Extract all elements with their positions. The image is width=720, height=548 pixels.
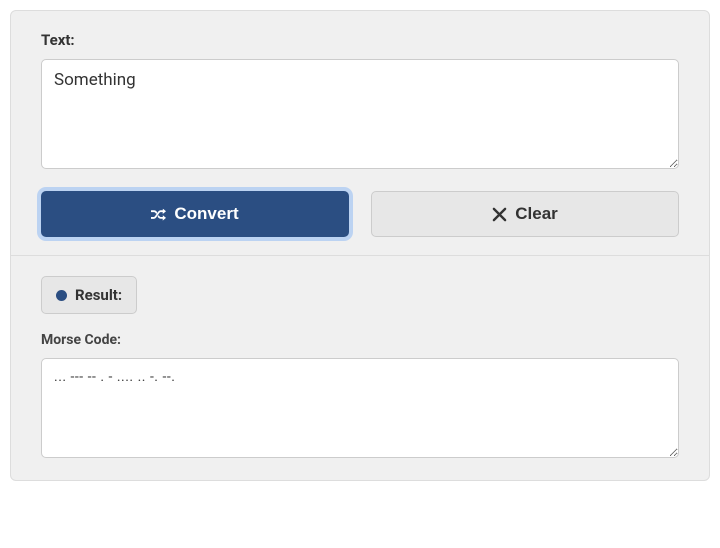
text-input[interactable] [41,59,679,169]
text-input-label: Text: [41,31,679,49]
action-button-row: Convert Clear [41,191,679,237]
record-icon [56,290,67,301]
clear-button[interactable]: Clear [371,191,679,237]
convert-button[interactable]: Convert [41,191,349,237]
result-section: Result: Morse Code: [11,256,709,480]
result-badge-label: Result: [75,286,122,304]
input-section: Text: Convert Clear [11,11,709,256]
close-icon [492,207,507,222]
output-label: Morse Code: [41,332,679,348]
result-badge: Result: [41,276,137,314]
converter-panel: Text: Convert Clear Result: Morse Code: [10,10,710,481]
shuffle-icon [151,207,166,222]
morse-output[interactable] [41,358,679,458]
convert-button-label: Convert [174,204,238,224]
clear-button-label: Clear [515,204,558,224]
